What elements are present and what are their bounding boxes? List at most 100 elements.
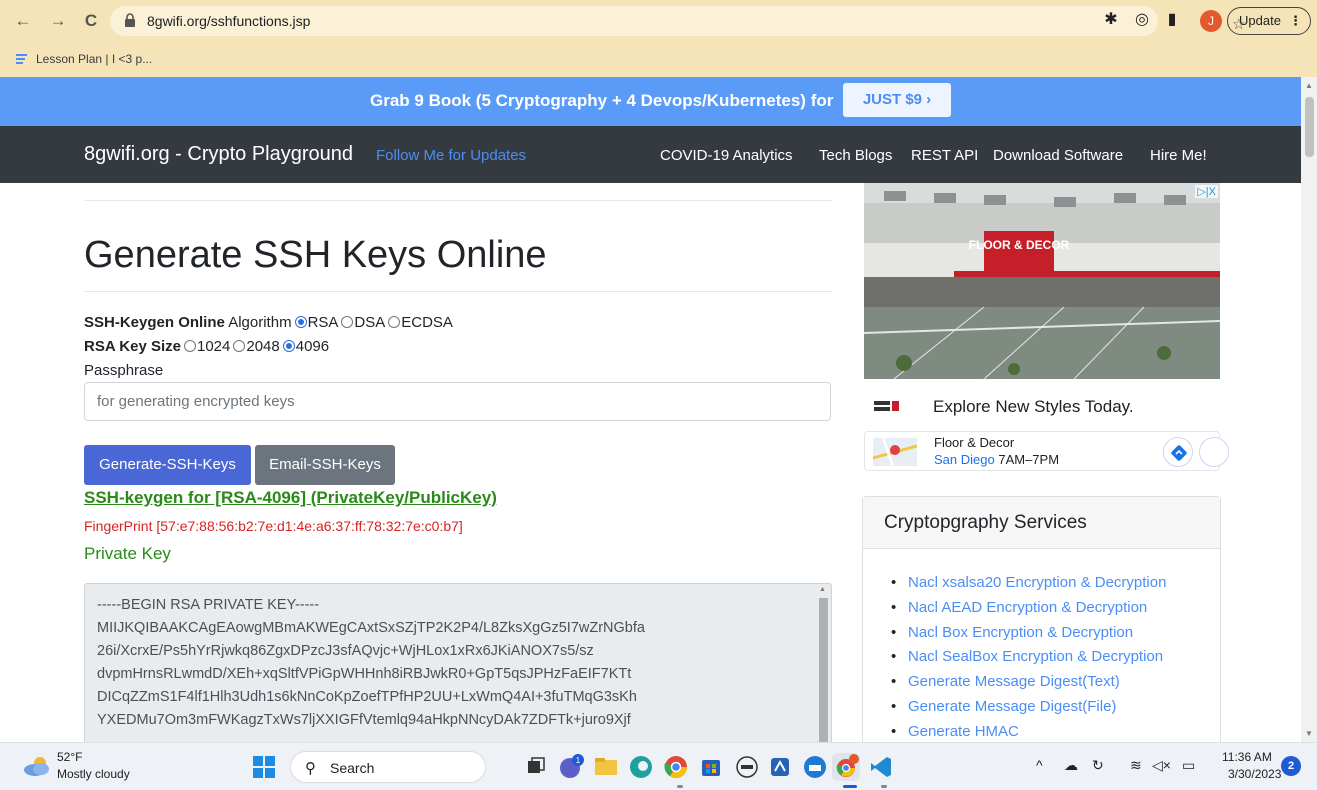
vscode-icon[interactable]: [867, 753, 895, 781]
services-title: Cryptopgraphy Services: [884, 512, 1087, 533]
directions-icon[interactable]: [1163, 437, 1193, 467]
file-explorer-icon[interactable]: [592, 753, 620, 781]
list-item[interactable]: Generate Message Digest(Text): [891, 670, 1166, 695]
dell-icon[interactable]: [733, 753, 761, 781]
page-scrollbar[interactable]: ▲ ▼: [1301, 77, 1317, 742]
store-icon[interactable]: [697, 753, 725, 781]
site-brand[interactable]: 8gwifi.org - Crypto Playground: [84, 143, 353, 166]
list-item[interactable]: Generate HMAC: [891, 720, 1166, 742]
chevron-up-icon[interactable]: ^: [1036, 757, 1043, 773]
radio-ecdsa-label[interactable]: ECDSA: [401, 314, 453, 331]
clock-time[interactable]: 11:36 AM: [1222, 750, 1272, 764]
edge-icon[interactable]: [627, 753, 655, 781]
radio-rsa[interactable]: [294, 316, 307, 328]
taskbar-search[interactable]: ⚲ Search: [290, 751, 486, 783]
radio-rsa-label[interactable]: RSA: [308, 314, 339, 331]
scroll-up-icon[interactable]: ▲: [1305, 81, 1313, 90]
browser-toolbar: ← → C 8gwifi.org/sshfunctions.jsp ⇪ ☆ ✱ …: [0, 0, 1317, 42]
chat-icon[interactable]: 1: [556, 753, 584, 781]
clock-date[interactable]: 3/30/2023: [1228, 767, 1281, 781]
profile-avatar[interactable]: J: [1200, 10, 1222, 32]
radio-1024-label[interactable]: 1024: [197, 338, 230, 355]
browser-chrome: ← → C 8gwifi.org/sshfunctions.jsp ⇪ ☆ ✱ …: [0, 0, 1317, 77]
textarea-scrollbar[interactable]: ▲: [817, 586, 829, 742]
ad-headline[interactable]: Explore New Styles Today.: [933, 397, 1134, 417]
address-bar[interactable]: 8gwifi.org/sshfunctions.jsp ⇪ ☆: [110, 6, 1245, 36]
list-item[interactable]: Nacl Box Encryption & Decryption: [891, 621, 1166, 646]
list-item[interactable]: Nacl AEAD Encryption & Decryption: [891, 596, 1166, 621]
search-icon: ⚲: [305, 760, 316, 777]
forward-icon[interactable]: →: [47, 10, 69, 32]
email-ssh-keys-button[interactable]: Email-SSH-Keys: [255, 445, 395, 485]
promo-banner: Grab 9 Book (5 Cryptography + 4 Devops/K…: [0, 77, 1301, 126]
keysize-heading: RSA Key Size: [84, 338, 181, 355]
textarea-scroll-thumb[interactable]: [819, 598, 828, 742]
reload-icon[interactable]: C: [80, 10, 102, 32]
extension-icon[interactable]: ✱: [1100, 9, 1122, 31]
radio-ecdsa[interactable]: [388, 316, 401, 328]
passphrase-label: Passphrase: [84, 362, 164, 379]
nav-link-download[interactable]: Download Software: [993, 147, 1123, 164]
radio-2048-label[interactable]: 2048: [246, 338, 279, 355]
services-list: Nacl xsalsa20 Encryption & Decryption Na…: [891, 571, 1166, 742]
volume-mute-icon[interactable]: ◁×: [1152, 757, 1171, 774]
battery-icon[interactable]: ▭: [1182, 757, 1195, 774]
list-item[interactable]: Generate Message Digest(File): [891, 695, 1166, 720]
radio-2048[interactable]: [233, 340, 246, 352]
task-view-icon[interactable]: [522, 753, 550, 781]
algorithm-heading: SSH-Keygen Online: [84, 314, 225, 331]
nav-link-tech-blogs[interactable]: Tech Blogs: [819, 147, 892, 164]
radio-1024[interactable]: [183, 340, 196, 352]
weather-description[interactable]: Mostly cloudy: [57, 767, 130, 781]
weather-temperature[interactable]: 52°F: [57, 750, 82, 764]
extension-swirl-icon[interactable]: ◎: [1131, 9, 1153, 31]
back-icon[interactable]: ←: [12, 10, 34, 32]
docker-icon[interactable]: [801, 753, 829, 781]
side-panel-icon[interactable]: ▮: [1161, 9, 1183, 31]
call-icon[interactable]: [1199, 437, 1229, 467]
cloud-icon[interactable]: [22, 755, 52, 777]
nav-link-rest-api[interactable]: REST API: [911, 147, 978, 164]
result-link[interactable]: SSH-keygen for [RSA-4096] (PrivateKey/Pu…: [84, 488, 497, 508]
update-button[interactable]: Update ⋮: [1227, 7, 1311, 35]
nav-link-hire-me[interactable]: Hire Me!: [1150, 147, 1207, 164]
active-indicator: [843, 785, 857, 788]
generate-ssh-keys-button[interactable]: Generate-SSH-Keys: [84, 445, 251, 485]
passphrase-input[interactable]: for generating encrypted keys: [84, 382, 831, 421]
divider: [84, 291, 832, 292]
ad-location-row[interactable]: Floor & Decor San Diego 7AM–7PM: [864, 431, 1229, 471]
notification-badge[interactable]: 2: [1281, 756, 1301, 776]
page-scroll-thumb[interactable]: [1305, 97, 1314, 157]
list-item[interactable]: Nacl SealBox Encryption & Decryption: [891, 645, 1166, 670]
key-line: YXEDMu7Om3mFWKagzTxWs7ljXXIGFfVtemlq94aH…: [97, 712, 631, 728]
page-title: Generate SSH Keys Online: [84, 234, 547, 276]
sidebar-ad[interactable]: FLOOR & DECOR ▷|X Explore New Styles Tod…: [864, 183, 1229, 471]
ad-choices-icon[interactable]: ▷|X: [1195, 185, 1218, 198]
scroll-down-icon[interactable]: ▼: [1305, 729, 1313, 738]
nav-link-covid[interactable]: COVID-19 Analytics: [660, 147, 793, 164]
scroll-up-icon[interactable]: ▲: [819, 586, 826, 593]
bookmark-lesson-plan[interactable]: Lesson Plan | I <3 p...: [16, 52, 152, 66]
private-key-textarea[interactable]: -----BEGIN RSA PRIVATE KEY----- MIIJKQIB…: [84, 583, 832, 742]
ad-store-photo[interactable]: FLOOR & DECOR ▷|X: [864, 183, 1220, 379]
menu-dots-icon[interactable]: ⋮: [1289, 8, 1302, 34]
ad-headline-row[interactable]: Explore New Styles Today.: [864, 389, 1220, 425]
radio-dsa-label[interactable]: DSA: [354, 314, 385, 331]
chrome-active-icon[interactable]: [832, 753, 860, 781]
update-label: Update: [1239, 13, 1281, 28]
ad-location: San Diego 7AM–7PM: [934, 452, 1059, 467]
promo-text: Grab 9 Book (5 Cryptography + 4 Devops/K…: [370, 91, 834, 110]
promo-button[interactable]: JUST $9 ›: [843, 83, 951, 117]
azure-icon[interactable]: [766, 753, 794, 781]
follow-link[interactable]: Follow Me for Updates: [376, 147, 526, 164]
list-item[interactable]: Nacl xsalsa20 Encryption & Decryption: [891, 571, 1166, 596]
radio-4096-label[interactable]: 4096: [296, 338, 329, 355]
wifi-icon[interactable]: ≋: [1130, 757, 1142, 774]
onedrive-icon[interactable]: ☁: [1064, 757, 1078, 774]
url-text[interactable]: 8gwifi.org/sshfunctions.jsp: [147, 13, 310, 29]
sync-icon[interactable]: ↻: [1092, 757, 1104, 774]
chrome-icon[interactable]: [662, 753, 690, 781]
radio-dsa[interactable]: [341, 316, 354, 328]
windows-start-icon[interactable]: [250, 753, 278, 781]
radio-4096[interactable]: [282, 340, 295, 352]
